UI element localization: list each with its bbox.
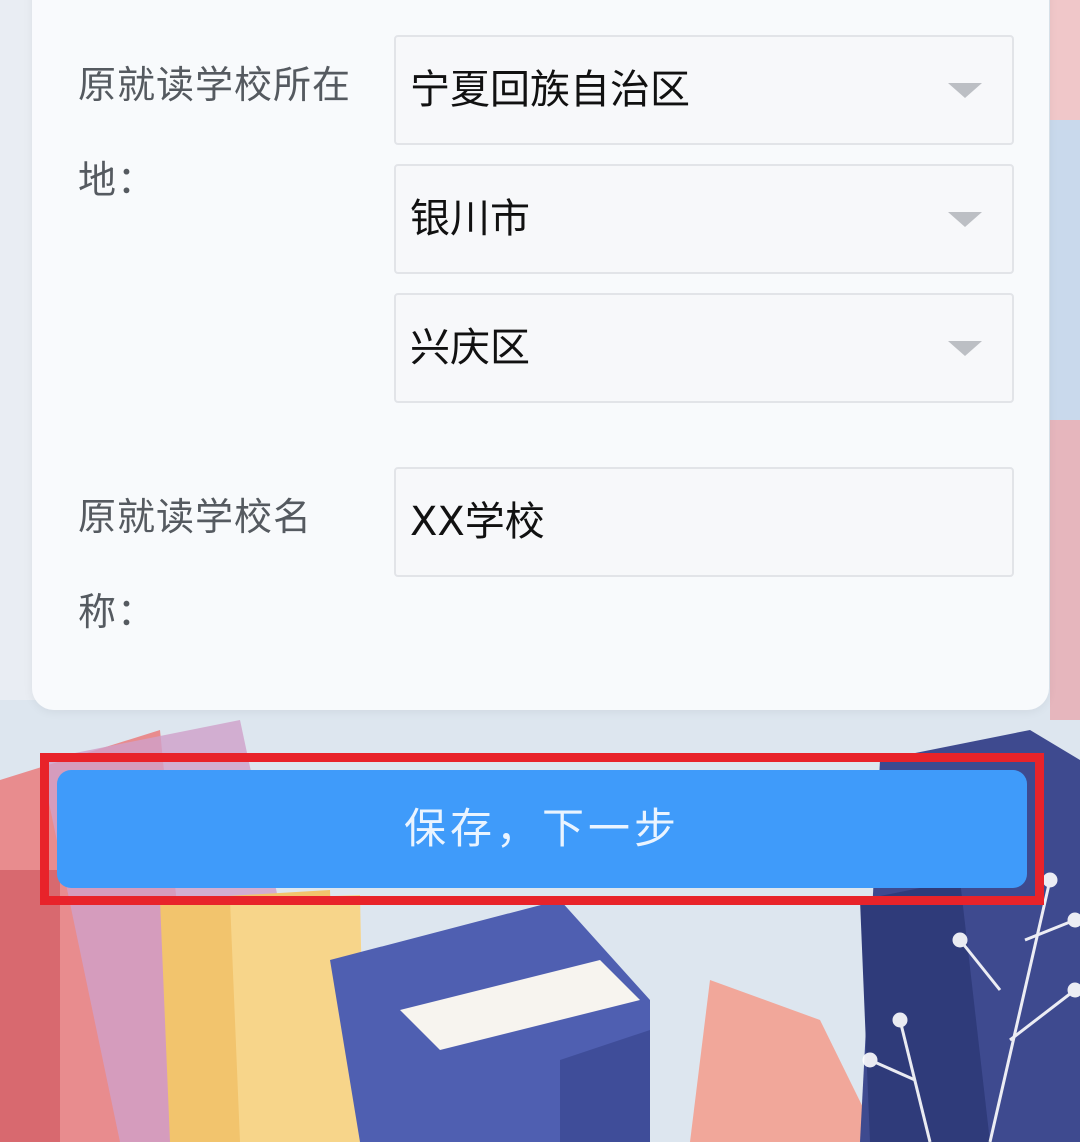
school-name-value: XX学校 <box>410 499 545 545</box>
chevron-down-icon <box>948 212 982 227</box>
chevron-down-icon <box>948 83 982 98</box>
district-value: 兴庆区 <box>410 325 530 371</box>
highlight-box <box>40 753 1044 905</box>
city-value: 银川市 <box>410 196 530 242</box>
chevron-down-icon <box>948 341 982 356</box>
city-select[interactable]: 银川市 <box>394 164 1014 274</box>
province-select[interactable]: 宁夏回族自治区 <box>394 35 1014 145</box>
district-select[interactable]: 兴庆区 <box>394 293 1014 403</box>
school-location-label: 原就读学校所在地： <box>78 63 352 202</box>
province-value: 宁夏回族自治区 <box>410 67 690 113</box>
school-name-input[interactable]: XX学校 <box>394 467 1014 577</box>
school-name-label: 原就读学校名称： <box>78 495 313 634</box>
